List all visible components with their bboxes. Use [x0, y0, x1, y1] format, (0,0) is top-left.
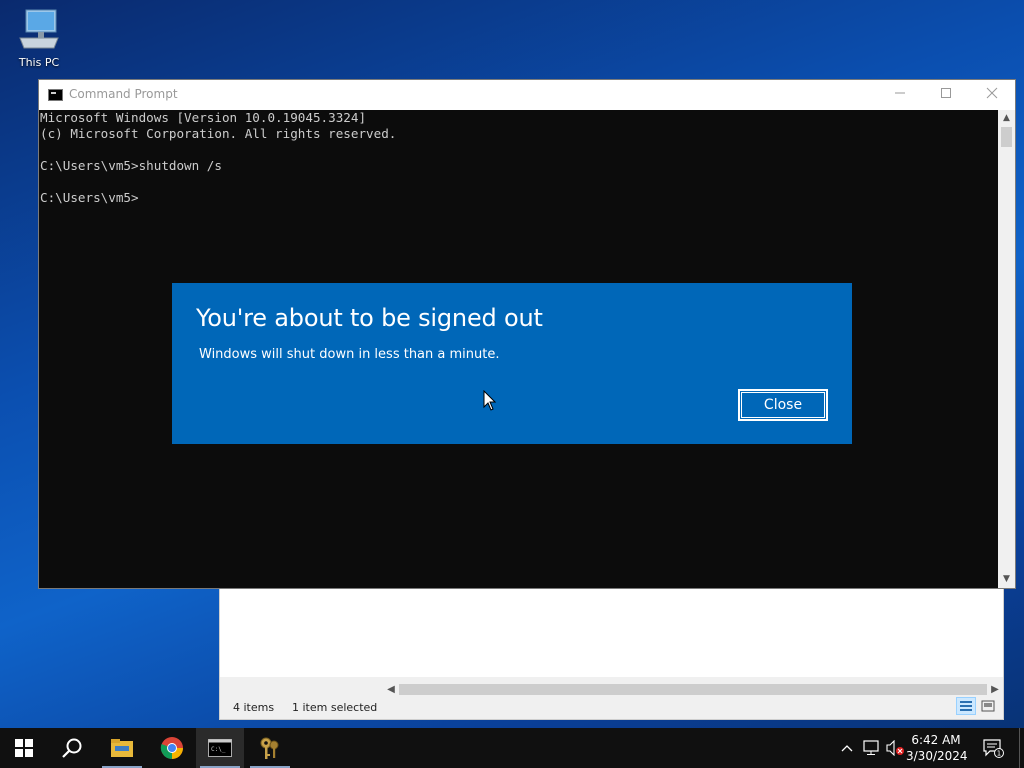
explorer-status-bar: 4 items 1 item selected [220, 695, 1003, 719]
network-button[interactable] [860, 728, 882, 768]
sign-out-dialog: You're about to be signed out Windows wi… [172, 283, 852, 444]
dialog-heading: You're about to be signed out [196, 304, 543, 332]
show-desktop-button[interactable] [1019, 728, 1024, 768]
close-window-button[interactable] [969, 80, 1015, 110]
command-prompt-icon [48, 89, 63, 101]
volume-button[interactable] [884, 728, 906, 768]
scroll-up-icon[interactable]: ▲ [998, 110, 1015, 127]
console-line: ​ [40, 174, 998, 190]
title-bar[interactable]: Command Prompt [39, 80, 1015, 110]
file-explorer-icon [111, 739, 133, 757]
large-icons-view-icon [981, 700, 995, 712]
taskbar: C:\_ 6:42 AM 3/30/2024 1 [0, 728, 1024, 768]
command-prompt-icon: C:\_ [208, 739, 232, 757]
close-icon [986, 87, 998, 99]
console-vertical-scrollbar[interactable]: ▲ ▼ [998, 110, 1015, 588]
console-line: (c) Microsoft Corporation. All rights re… [40, 126, 397, 141]
close-button[interactable]: Close [737, 388, 829, 422]
explorer-content [220, 589, 1003, 677]
clock-date: 3/30/2024 [906, 749, 968, 763]
clock-time: 6:42 AM [911, 733, 961, 747]
mouse-cursor-icon [483, 390, 497, 411]
minimize-icon [895, 92, 905, 94]
this-pc-icon [19, 9, 59, 49]
details-view-button[interactable] [956, 697, 976, 715]
minimize-button[interactable] [877, 80, 923, 110]
taskbar-command-prompt[interactable]: C:\_ [196, 728, 244, 768]
start-icon [15, 739, 33, 757]
chevron-up-icon [841, 745, 853, 752]
details-view-icon [960, 701, 972, 711]
chrome-icon [160, 737, 183, 759]
large-icons-view-button[interactable] [978, 697, 998, 715]
taskbar-keys-app[interactable] [246, 728, 294, 768]
volume-muted-icon [886, 740, 904, 756]
notification-count: 1 [997, 750, 1001, 758]
console-prompt-line: C:\Users\vm5> [40, 190, 139, 205]
search-button[interactable] [48, 728, 96, 768]
scroll-down-icon[interactable]: ▼ [998, 571, 1015, 588]
maximize-button[interactable] [923, 80, 969, 110]
scroll-thumb[interactable] [1001, 127, 1012, 147]
window-title: Command Prompt [69, 87, 178, 101]
scroll-thumb[interactable] [399, 684, 987, 695]
console-line: Microsoft Windows [Version 10.0.19045.33… [40, 110, 367, 125]
taskbar-file-explorer[interactable] [98, 728, 146, 768]
clock[interactable]: 6:42 AM 3/30/2024 [906, 732, 968, 764]
svg-text:C:\_: C:\_ [211, 746, 226, 753]
console-line: ​ [40, 142, 998, 158]
maximize-icon [941, 88, 951, 98]
start-button[interactable] [0, 728, 48, 768]
notification-icon: 1 [983, 739, 1004, 758]
desktop-icon-this-pc[interactable]: This PC [10, 8, 68, 69]
action-center-button[interactable]: 1 [978, 728, 1008, 768]
show-hidden-icons-button[interactable] [838, 728, 856, 768]
dialog-message: Windows will shut down in less than a mi… [199, 347, 500, 362]
file-explorer-window: ◀ ▶ 4 items 1 item selected [219, 588, 1004, 720]
keys-app-icon [260, 737, 279, 759]
search-icon [62, 738, 82, 758]
status-selected-count: 1 item selected [292, 701, 378, 714]
taskbar-chrome[interactable] [148, 728, 196, 768]
desktop-icon-label: This PC [18, 56, 60, 69]
network-icon [863, 740, 879, 755]
console-line: C:\Users\vm5>shutdown /s [40, 158, 222, 173]
status-item-count: 4 items [233, 701, 275, 714]
